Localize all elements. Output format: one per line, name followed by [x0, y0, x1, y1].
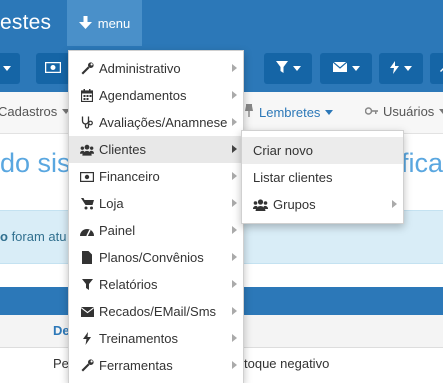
chevron-right-icon [232, 118, 237, 126]
tab-label: Usuários [383, 104, 435, 119]
chevron-right-icon [232, 145, 237, 153]
bolt-icon [390, 60, 399, 77]
top-navbar: estes menu [0, 0, 443, 46]
filter-icon [275, 61, 288, 76]
chevron-right-icon [232, 226, 237, 234]
toolbar-money-button[interactable] [36, 53, 70, 84]
pushpin-icon [244, 104, 254, 120]
wrench-icon [80, 62, 94, 75]
caret-down-icon [325, 109, 334, 115]
submenu-item-listar-clientes[interactable]: Listar clientes [242, 164, 403, 191]
tab-lembretes[interactable]: Lembretes [244, 104, 334, 120]
submenu-item-criar-novo[interactable]: Criar novo [242, 137, 403, 164]
submenu-item-label: Listar clientes [253, 170, 333, 185]
menu-item-financeiro[interactable]: Financeiro [69, 163, 243, 190]
dashboard-icon [80, 226, 94, 236]
menu-item-label: Treinamentos [99, 331, 178, 346]
chevron-right-icon [232, 307, 237, 315]
menu-item-label: Avaliações/Anamnese [99, 115, 228, 130]
file-icon [80, 251, 94, 264]
welcome-heading: do sist [0, 148, 79, 178]
menu-item-label: Loja [99, 196, 124, 211]
tab-usuarios[interactable]: Usuários [364, 104, 443, 119]
menu-button-label: menu [97, 15, 131, 31]
money-icon [44, 61, 62, 76]
menu-item-agendamentos[interactable]: Agendamentos [69, 82, 243, 109]
bolt-icon [80, 332, 94, 345]
wrench-icon [80, 359, 94, 372]
menu-item-clientes[interactable]: Clientes [69, 136, 243, 163]
chevron-right-icon [232, 199, 237, 207]
menu-item-relatorios[interactable]: Relatórios [69, 271, 243, 298]
chevron-right-icon [232, 64, 237, 72]
chevron-right-icon [232, 253, 237, 261]
chevron-right-icon [232, 334, 237, 342]
menu-item-ferramentas[interactable]: Ferramentas [69, 352, 243, 379]
menu-item-administrativo[interactable]: Administrativo [69, 55, 243, 82]
chevron-right-icon [392, 200, 397, 208]
calendar-icon [80, 89, 94, 102]
toolbar-button-1[interactable] [0, 53, 20, 84]
envelope-icon [80, 306, 94, 317]
filter-icon [80, 279, 94, 290]
chevron-right-icon [232, 91, 237, 99]
menu-item-label: Agendamentos [99, 88, 187, 103]
money-icon [80, 171, 94, 182]
stethoscope-icon [80, 116, 94, 129]
key-icon [364, 104, 378, 119]
tab-cadastros[interactable]: Cadastros [0, 104, 71, 119]
caret-down-icon [3, 66, 11, 71]
menu-item-label: Relatórios [99, 277, 158, 292]
toolbar-tools-button[interactable] [430, 53, 443, 84]
menu-item-label: Financeiro [99, 169, 160, 184]
wrench-icon [439, 61, 443, 76]
menu-item-avaliacoes[interactable]: Avaliações/Anamnese [69, 109, 243, 136]
toolbar-filter-button[interactable] [264, 53, 312, 84]
menu-item-loja[interactable]: Loja [69, 190, 243, 217]
caret-down-icon [351, 66, 360, 71]
chevron-right-icon [232, 361, 237, 369]
menu-button[interactable]: menu [67, 0, 142, 46]
caret-down-icon [404, 66, 412, 71]
menu-item-label: Planos/Convênios [99, 250, 204, 265]
menu-item-label: Clientes [99, 142, 146, 157]
arrow-down-icon [78, 16, 92, 30]
submenu-item-grupos[interactable]: Grupos [242, 191, 403, 218]
chevron-right-icon [232, 172, 237, 180]
envelope-icon [332, 61, 347, 75]
menu-item-planos[interactable]: Planos/Convênios [69, 244, 243, 271]
main-menu-dropdown: Administrativo Agendamentos Avaliações/A… [68, 50, 244, 383]
caret-down-icon [292, 66, 301, 71]
menu-item-label: Administrativo [99, 61, 181, 76]
alert-message: foram atu [7, 229, 67, 244]
menu-item-label: Ferramentas [99, 358, 173, 373]
menu-item-treinamentos[interactable]: Treinamentos [69, 325, 243, 352]
tab-label: Cadastros [0, 104, 58, 119]
chevron-right-icon [232, 280, 237, 288]
users-icon [80, 144, 94, 156]
clientes-submenu: Criar novo Listar clientes Grupos [241, 130, 404, 224]
menu-item-recados[interactable]: Recados/EMail/Sms [69, 298, 243, 325]
welcome-heading-right: ficad [401, 148, 443, 178]
table-cell: toque negativo [244, 356, 330, 371]
submenu-item-label: Grupos [273, 197, 316, 212]
alert-strong: o [0, 229, 8, 244]
cart-icon [80, 197, 94, 210]
submenu-item-label: Criar novo [253, 143, 313, 158]
caret-down-icon [439, 109, 443, 114]
menu-item-painel[interactable]: Painel [69, 217, 243, 244]
toolbar-bolt-button[interactable] [379, 53, 423, 84]
tab-label: Lembretes [259, 104, 321, 120]
users-icon [253, 198, 268, 211]
toolbar-envelope-button[interactable] [320, 53, 372, 84]
table-cell: Pe [53, 356, 69, 371]
alert-text: o foram atu [0, 229, 66, 244]
app-brand[interactable]: estes [0, 11, 51, 35]
menu-item-label: Painel [99, 223, 136, 238]
menu-item-label: Recados/EMail/Sms [99, 304, 217, 319]
